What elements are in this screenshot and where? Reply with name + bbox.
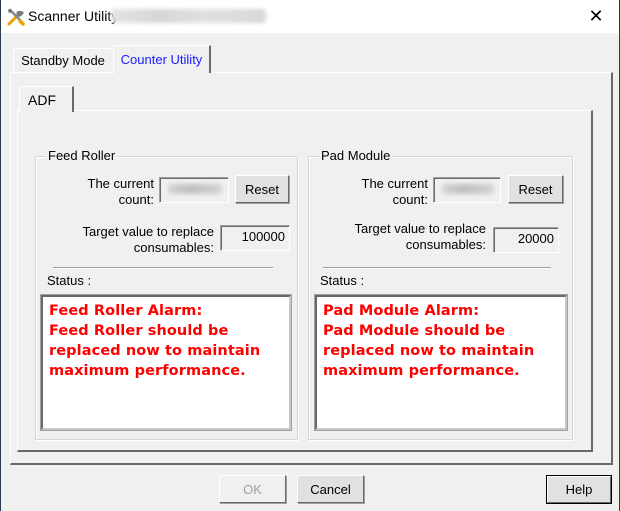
tab-adf[interactable]: ADF: [19, 86, 74, 112]
window-title: Scanner Utility: [28, 8, 119, 24]
feed-roller-current-count-label: The current count:: [87, 176, 154, 207]
feed-roller-status-box: Feed Roller Alarm: Feed Roller should be…: [40, 294, 292, 431]
scanner-utility-window: Scanner Utility ✕ Standby Mode Counter U…: [0, 0, 620, 511]
ok-button[interactable]: OK: [219, 475, 286, 503]
close-button[interactable]: ✕: [573, 0, 619, 33]
pad-module-group-label: Pad Module: [319, 148, 393, 163]
cancel-button[interactable]: Cancel: [297, 475, 364, 503]
feed-roller-target-label: Target value to replace consumables:: [82, 224, 214, 255]
help-button[interactable]: Help: [546, 475, 612, 504]
title-bar: Scanner Utility ✕: [1, 0, 619, 33]
feed-roller-current-count-field: [159, 177, 229, 203]
tools-icon: [6, 7, 26, 27]
feed-roller-separator: [53, 267, 273, 269]
pad-module-target-field[interactable]: 20000: [493, 227, 559, 253]
pad-module-target-label: Target value to replace consumables:: [354, 221, 486, 252]
pad-module-status-box: Pad Module Alarm: Pad Module should be r…: [314, 294, 568, 431]
pad-module-status-label: Status :: [320, 273, 365, 288]
close-icon: ✕: [588, 6, 604, 26]
redacted-count-value: [168, 184, 222, 194]
tab-counter-utility[interactable]: Counter Utility: [113, 45, 211, 73]
redacted-device-name: [111, 9, 266, 23]
feed-roller-group-label: Feed Roller: [46, 148, 118, 163]
feed-roller-target-field[interactable]: 100000: [220, 225, 290, 251]
pad-module-separator: [323, 267, 551, 269]
redacted-count-value: [442, 184, 494, 194]
pad-module-reset-button[interactable]: Reset: [508, 175, 563, 203]
tab-standby-mode[interactable]: Standby Mode: [13, 48, 112, 72]
feed-roller-status-label: Status :: [47, 273, 92, 288]
feed-roller-reset-button[interactable]: Reset: [235, 175, 289, 203]
pad-module-current-count-field: [433, 177, 501, 203]
pad-module-current-count-label: The current count:: [361, 176, 428, 207]
